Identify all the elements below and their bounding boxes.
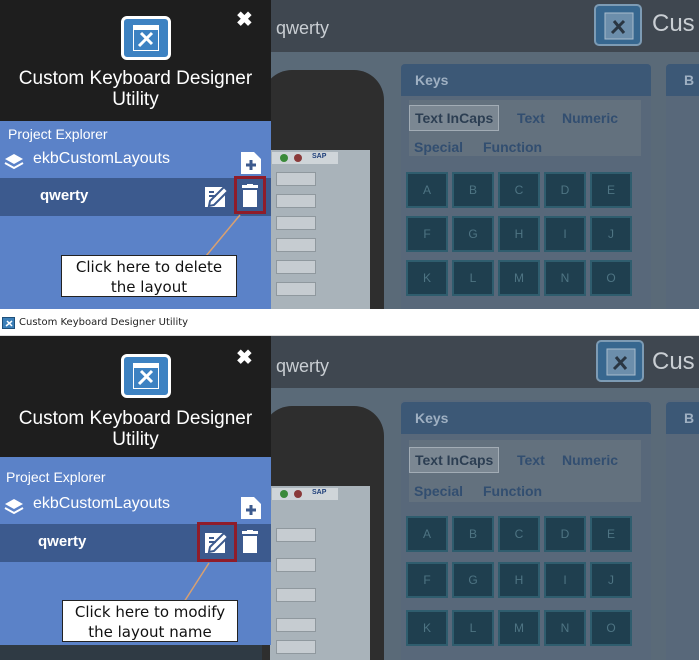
screenshot-delete: qwerty Cus SAP Keys Text InCaps Text Num… (0, 0, 699, 309)
delete-callout-line2: the layout (110, 278, 188, 296)
modify-callout-line1: Click here to modify (74, 603, 226, 621)
window-title: Custom Keyboard Designer Utility (19, 317, 189, 328)
window-titlebar: Custom Keyboard Designer Utility (0, 309, 699, 336)
modify-callout-line2: the layout name (88, 623, 212, 641)
delete-callout-line1: Click here to delete (75, 258, 223, 276)
modify-callout: Click here to modify the layout name (62, 600, 238, 642)
window-app-icon (2, 317, 15, 329)
delete-callout: Click here to delete the layout (61, 255, 237, 297)
screenshot-modify: qwerty Cus SAP Keys Text InCaps Text Num… (0, 336, 699, 660)
